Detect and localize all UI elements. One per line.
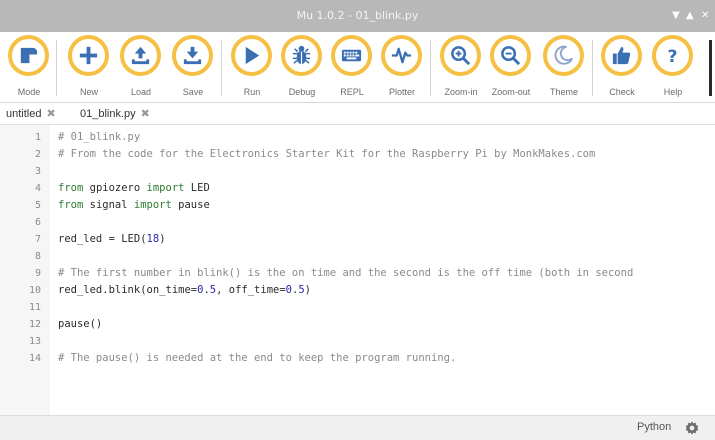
upload-icon xyxy=(131,46,150,65)
maximize-button[interactable]: ▲ xyxy=(686,0,694,32)
toolbar: Mode New Load Save Run Debug REPL Plotte… xyxy=(0,32,715,103)
code-text: from signal import pause xyxy=(58,199,210,211)
code-line[interactable]: 14 # The pause() is needed at the end to … xyxy=(0,350,715,367)
close-button[interactable]: ✕ xyxy=(701,0,709,32)
minimize-button[interactable]: ▼ xyxy=(672,0,680,32)
code-line[interactable]: 6 xyxy=(0,214,715,231)
new-button[interactable]: New xyxy=(65,35,113,101)
code-text: from gpiozero import LED xyxy=(58,182,210,194)
help-button[interactable]: ? Help xyxy=(649,35,697,101)
plus-icon xyxy=(79,46,98,65)
save-button[interactable]: Save xyxy=(169,35,217,101)
line-number: 13 xyxy=(28,336,41,347)
run-button[interactable]: Run xyxy=(228,35,276,101)
line-number: 11 xyxy=(28,302,41,313)
tab-bar: untitled ✖ 01_blink.py ✖ xyxy=(0,103,715,125)
moon-icon xyxy=(554,45,574,65)
download-icon xyxy=(183,46,202,65)
line-number: 3 xyxy=(34,166,41,177)
zoom-in-icon xyxy=(451,46,471,66)
code-text: red_led = LED(18) xyxy=(58,233,166,245)
mode-indicator[interactable]: Python xyxy=(637,421,671,433)
line-number: 7 xyxy=(34,234,41,245)
code-text: pause() xyxy=(58,318,103,330)
theme-button[interactable]: Theme xyxy=(540,35,588,101)
title-bar: Mu 1.0.2 - 01_blink.py ▼ ▲ ✕ xyxy=(0,0,715,32)
tab-label: 01_blink.py xyxy=(80,108,136,120)
line-number: 10 xyxy=(28,285,41,296)
question-icon: ? xyxy=(667,47,677,67)
code-line[interactable]: 1 # 01_blink.py xyxy=(0,129,715,146)
keyboard-icon xyxy=(341,49,362,62)
code-text: # The pause() is needed at the end to ke… xyxy=(58,352,457,364)
line-number: 1 xyxy=(34,132,41,143)
code-line[interactable]: 5 from signal import pause xyxy=(0,197,715,214)
line-number: 14 xyxy=(28,353,41,364)
mode-icon xyxy=(20,47,38,64)
code-line[interactable]: 3 xyxy=(0,163,715,180)
line-number: 5 xyxy=(34,200,41,211)
zoom-in-button[interactable]: Zoom-in xyxy=(437,35,485,101)
repl-button[interactable]: REPL xyxy=(328,35,376,101)
code-line[interactable]: 2 # From the code for the Electronics Sta… xyxy=(0,146,715,163)
theme-label: Theme xyxy=(549,87,578,97)
toolbar-edge xyxy=(709,40,712,96)
tab-untitled[interactable]: untitled ✖ xyxy=(6,106,56,124)
save-label: Save xyxy=(182,87,204,97)
status-bar: Python xyxy=(0,415,715,440)
mode-button[interactable]: Mode xyxy=(5,35,53,101)
plotter-label: Plotter xyxy=(388,87,415,97)
close-icon[interactable]: ✖ xyxy=(141,108,150,120)
zoom-out-icon xyxy=(501,46,521,66)
bug-icon xyxy=(292,45,311,65)
code-editor[interactable]: 1 # 01_blink.py 2 # From the code for the E… xyxy=(0,125,715,415)
line-number: 12 xyxy=(28,319,41,330)
code-line[interactable]: 4 from gpiozero import LED xyxy=(0,180,715,197)
code-line[interactable]: 13 xyxy=(0,333,715,350)
debug-button[interactable]: Debug xyxy=(278,35,326,101)
code-text: # From the code for the Electronics Star… xyxy=(58,148,596,160)
line-number: 2 xyxy=(34,149,41,160)
code-line[interactable]: 7 red_led = LED(18) xyxy=(0,231,715,248)
plotter-button[interactable]: Plotter xyxy=(378,35,426,101)
gear-icon[interactable] xyxy=(684,420,700,436)
svg-text:?: ? xyxy=(667,47,677,67)
line-number: 9 xyxy=(34,268,41,279)
code-line[interactable]: 11 xyxy=(0,299,715,316)
code-line[interactable]: 10 red_led.blink(on_time=0.5, off_time=0.… xyxy=(0,282,715,299)
window-title: Mu 1.0.2 - 01_blink.py xyxy=(296,9,419,22)
line-number: 8 xyxy=(34,251,41,262)
code-text: # The first number in blink() is the on … xyxy=(58,267,634,279)
pulse-icon xyxy=(391,47,412,64)
code-line[interactable]: 12 pause() xyxy=(0,316,715,333)
thumbs-up-icon xyxy=(612,46,631,65)
zoom-out-button[interactable]: Zoom-out xyxy=(487,35,535,101)
check-button[interactable]: Check xyxy=(598,35,646,101)
code-text: # 01_blink.py xyxy=(58,131,141,143)
play-icon xyxy=(245,46,260,65)
code-line[interactable]: 8 xyxy=(0,248,715,265)
line-number: 4 xyxy=(34,183,41,194)
tab-label: untitled xyxy=(6,108,42,120)
code-line[interactable]: 9 # The first number in blink() is the on… xyxy=(0,265,715,282)
tab-01-blink[interactable]: 01_blink.py ✖ xyxy=(80,106,150,124)
close-icon[interactable]: ✖ xyxy=(46,108,55,120)
code-text: red_led.blink(on_time=0.5, off_time=0.5) xyxy=(58,284,311,296)
line-number: 6 xyxy=(34,217,41,228)
load-button[interactable]: Load xyxy=(117,35,165,101)
mode-label: Mode xyxy=(17,87,41,97)
help-label: Help xyxy=(663,87,683,97)
